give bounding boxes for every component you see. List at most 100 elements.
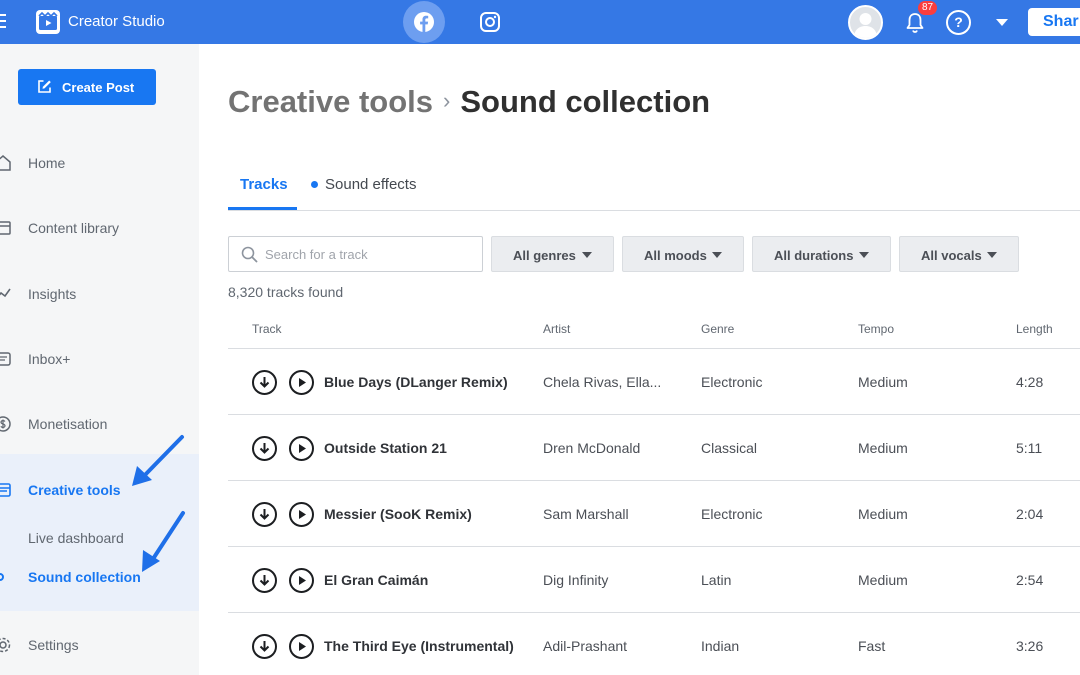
track-length: 4:28 <box>1016 374 1044 390</box>
sidebar-item-label: Creative tools <box>28 482 121 498</box>
search-input[interactable] <box>265 244 470 264</box>
notification-badge: 87 <box>918 1 937 15</box>
breadcrumb-separator: › <box>443 88 451 113</box>
track-genre: Classical <box>701 440 758 456</box>
track-length: 5:11 <box>1016 440 1043 456</box>
sidebar-item-label: Home <box>28 155 66 171</box>
track-length: 2:04 <box>1016 506 1044 522</box>
settings-icon <box>0 637 11 653</box>
filter-label: All vocals <box>921 248 982 263</box>
track-artist: Sam Marshall <box>543 506 629 522</box>
create-post-button[interactable]: Create Post <box>18 69 156 105</box>
track-genre: Latin <box>701 572 732 588</box>
sidebar-subitem-live-dashboard[interactable]: Live dashboard <box>28 530 124 546</box>
track-tempo: Medium <box>858 374 908 390</box>
mood-filter-dropdown[interactable]: All moods <box>622 236 744 272</box>
monetisation-icon <box>0 416 11 432</box>
tab-tracks[interactable]: Tracks <box>240 176 288 193</box>
instagram-icon <box>480 12 500 32</box>
sidebar-item-content-library[interactable]: Content library <box>0 210 199 246</box>
column-header-length: Length <box>1016 322 1053 336</box>
column-header-genre: Genre <box>701 322 735 336</box>
facebook-icon <box>414 12 434 33</box>
track-length: 3:26 <box>1016 638 1044 654</box>
play-button[interactable] <box>289 634 314 659</box>
chevron-down-icon[interactable] <box>996 19 1008 26</box>
edit-icon <box>38 80 51 93</box>
sidebar-subitem-sound-collection[interactable]: Sound collection <box>28 569 141 585</box>
track-title: Outside Station 21 <box>324 440 447 456</box>
download-button[interactable] <box>252 436 277 461</box>
track-length: 2:54 <box>1016 572 1044 588</box>
caret-down-icon <box>582 252 592 258</box>
user-avatar-icon <box>854 13 877 38</box>
track-title: El Gran Caimán <box>324 572 429 588</box>
download-icon <box>259 509 270 520</box>
results-count: 8,320 tracks found <box>228 284 344 300</box>
play-button[interactable] <box>289 370 314 395</box>
download-button[interactable] <box>252 502 277 527</box>
help-icon[interactable]: ? <box>946 10 971 35</box>
menu-icon[interactable] <box>0 14 6 30</box>
sidebar-item-inbox[interactable]: Inbox+ <box>0 341 199 377</box>
creator-studio-logo-icon <box>36 10 60 34</box>
facebook-tab[interactable] <box>403 1 445 43</box>
track-tempo: Medium <box>858 572 908 588</box>
home-icon <box>0 155 11 171</box>
breadcrumb: Creative tools › Sound collection <box>228 84 710 120</box>
track-artist: Dren McDonald <box>543 440 641 456</box>
track-artist: Adil-Prashant <box>543 638 628 654</box>
caret-down-icon <box>712 252 722 258</box>
download-button[interactable] <box>252 568 277 593</box>
duration-filter-dropdown[interactable]: All durations <box>752 236 891 272</box>
create-post-label: Create Post <box>62 80 135 95</box>
search-icon <box>241 246 258 263</box>
track-title: Blue Days (DLanger Remix) <box>324 374 508 390</box>
caret-down-icon <box>859 252 869 258</box>
sidebar-item-home[interactable]: Home <box>0 145 199 181</box>
play-icon <box>299 642 306 651</box>
table-row: The Third Eye (Instrumental) Adil-Prasha… <box>228 613 1080 675</box>
breadcrumb-parent[interactable]: Creative tools <box>228 84 433 119</box>
new-indicator-dot <box>311 181 318 188</box>
table-row: Blue Days (DLanger Remix) Chela Rivas, E… <box>228 349 1080 415</box>
table-row: Messier (SooK Remix) Sam Marshall Electr… <box>228 481 1080 547</box>
track-title: The Third Eye (Instrumental) <box>324 638 514 654</box>
column-header-tempo: Tempo <box>858 322 895 336</box>
content-library-icon <box>0 221 11 235</box>
table-row: Outside Station 21 Dren McDonald Classic… <box>228 415 1080 481</box>
download-button[interactable] <box>252 370 277 395</box>
track-genre: Indian <box>701 638 740 654</box>
sidebar-item-label: Inbox+ <box>28 351 71 367</box>
active-tab-indicator <box>228 207 297 210</box>
play-button[interactable] <box>289 502 314 527</box>
track-genre: Electronic <box>701 374 763 390</box>
sidebar-item-insights[interactable]: Insights <box>0 276 199 312</box>
genre-filter-dropdown[interactable]: All genres <box>491 236 614 272</box>
track-genre: Electronic <box>701 506 763 522</box>
track-artist: Dig Infinity <box>543 572 609 588</box>
instagram-tab[interactable] <box>479 11 501 33</box>
download-icon <box>259 575 270 586</box>
search-field[interactable] <box>228 236 483 272</box>
inbox-icon <box>0 352 11 366</box>
sidebar-item-settings[interactable]: Settings <box>0 627 199 663</box>
vocals-filter-dropdown[interactable]: All vocals <box>899 236 1019 272</box>
insights-icon <box>0 288 11 298</box>
download-icon <box>259 641 270 652</box>
filter-label: All moods <box>644 248 707 263</box>
sidebar-item-label: Monetisation <box>28 416 108 432</box>
sidebar-item-label: Settings <box>28 637 79 653</box>
avatar[interactable] <box>848 5 883 40</box>
play-button[interactable] <box>289 568 314 593</box>
table-row: El Gran Caimán Dig Infinity Latin Medium… <box>228 547 1080 613</box>
download-button[interactable] <box>252 634 277 659</box>
play-button[interactable] <box>289 436 314 461</box>
filter-label: All genres <box>513 248 576 263</box>
share-button[interactable]: Shar <box>1028 8 1080 36</box>
page-title: Sound collection <box>460 84 711 119</box>
sidebar: Create Post Home Content library Insight… <box>0 44 199 675</box>
column-header-track: Track <box>252 322 282 336</box>
tab-sound-effects[interactable]: Sound effects <box>325 176 416 193</box>
track-title: Messier (SooK Remix) <box>324 506 472 522</box>
